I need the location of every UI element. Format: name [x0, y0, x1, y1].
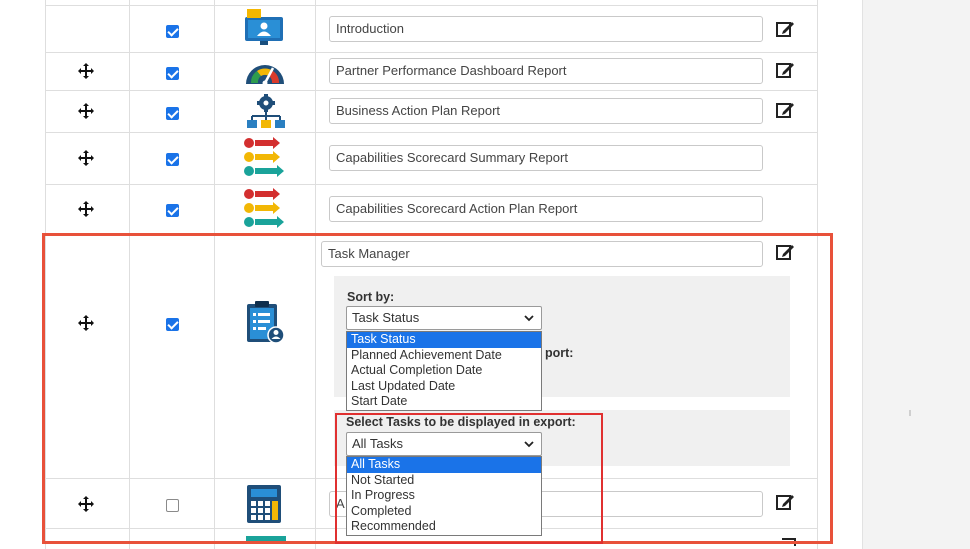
table-row: Capabilities Scorecard Action Plan Repor…: [45, 184, 817, 234]
gauge-icon: [246, 65, 284, 86]
include-checkbox[interactable]: [166, 25, 179, 38]
edit-icon[interactable]: [775, 60, 795, 80]
table-row: Introduction: [45, 5, 817, 52]
numbered-arrows-icon: [244, 188, 284, 228]
highlight-box-task-filter: [335, 413, 603, 544]
gear-org-chart-icon: [247, 94, 285, 128]
drag-handle-icon[interactable]: [77, 102, 95, 120]
gutter-divider: [862, 0, 863, 549]
section-title-input[interactable]: Business Action Plan Report: [329, 98, 763, 124]
include-checkbox[interactable]: [166, 153, 179, 166]
edit-icon[interactable]: [775, 19, 795, 39]
page-right-gutter: [862, 0, 970, 549]
table-row: Capabilities Scorecard Summary Report: [45, 132, 817, 184]
drag-handle-icon[interactable]: [77, 149, 95, 167]
section-title-input[interactable]: Partner Performance Dashboard Report: [329, 58, 763, 84]
section-title-input[interactable]: Capabilities Scorecard Summary Report: [329, 145, 763, 171]
numbered-arrows-icon: [244, 137, 284, 177]
edit-icon[interactable]: [775, 100, 795, 120]
include-checkbox[interactable]: [166, 204, 179, 217]
include-checkbox[interactable]: [166, 67, 179, 80]
include-checkbox[interactable]: [166, 107, 179, 120]
scrollbar-marker[interactable]: [909, 410, 911, 416]
table-row: Partner Performance Dashboard Report: [45, 52, 817, 90]
drag-handle-icon[interactable]: [77, 62, 95, 80]
section-title-input[interactable]: Capabilities Scorecard Action Plan Repor…: [329, 196, 763, 222]
drag-handle-icon[interactable]: [77, 200, 95, 218]
monitor-user-icon: [245, 9, 283, 45]
section-title-input[interactable]: Introduction: [329, 16, 763, 42]
table-row: Business Action Plan Report: [45, 90, 817, 132]
